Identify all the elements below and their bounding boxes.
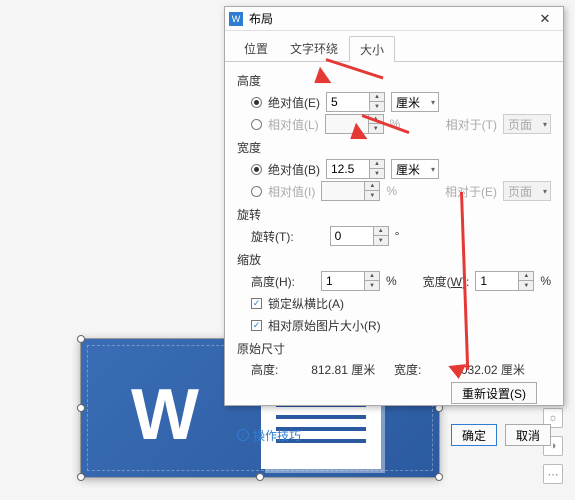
close-button[interactable]: ✕ — [531, 9, 559, 29]
size-panel: 高度 绝对值(E) ▲▼ 厘米 相对值(L) ▲▼ % 相对于(T) — [225, 62, 563, 416]
height-group-label: 高度 — [237, 72, 551, 89]
width-relative-label: 相对值(I) — [268, 183, 315, 200]
tab-text-wrap[interactable]: 文字环绕 — [279, 35, 349, 61]
scale-height-input[interactable]: ▲▼ — [321, 271, 380, 291]
spin-up[interactable]: ▲ — [370, 93, 384, 102]
resize-handle[interactable] — [77, 404, 85, 412]
lock-aspect-checkbox[interactable] — [251, 298, 262, 309]
scale-height-label: 高度(H): — [251, 273, 295, 290]
orig-width-label: 宽度: — [394, 361, 454, 378]
annotation-arrow-head — [448, 364, 467, 380]
rotation-unit: ° — [395, 229, 400, 243]
resize-handle[interactable] — [77, 335, 85, 343]
rotation-field[interactable] — [331, 227, 373, 245]
height-absolute-label: 绝对值(E) — [268, 94, 320, 111]
more-icon[interactable]: ⋯ — [543, 464, 563, 484]
height-absolute-radio[interactable] — [251, 97, 262, 108]
height-absolute-input[interactable]: ▲▼ — [326, 92, 385, 112]
original-size-group-label: 原始尺寸 — [237, 340, 551, 357]
scale-height-unit: % — [386, 274, 397, 288]
resize-handle[interactable] — [435, 473, 443, 481]
rotation-group-label: 旋转 — [237, 206, 551, 223]
height-relative-label: 相对值(L) — [268, 116, 319, 133]
width-unit-select[interactable]: 厘米 — [391, 159, 439, 179]
height-unit-select[interactable]: 厘米 — [391, 92, 439, 112]
height-relative-to-label: 相对于(T) — [446, 116, 497, 133]
dialog-titlebar[interactable]: W 布局 ✕ — [225, 7, 563, 31]
spin-up[interactable]: ▲ — [370, 160, 384, 169]
width-group-label: 宽度 — [237, 139, 551, 156]
scale-height-field[interactable] — [322, 272, 364, 290]
width-relative-field — [322, 182, 364, 200]
spin-down: ▼ — [365, 191, 379, 200]
scale-width-field[interactable] — [476, 272, 518, 290]
spin-down[interactable]: ▼ — [374, 236, 388, 245]
info-icon: i — [237, 429, 249, 441]
height-relative-to-select: 页面 — [503, 114, 551, 134]
spin-up[interactable]: ▲ — [519, 272, 533, 281]
width-absolute-radio[interactable] — [251, 164, 262, 175]
width-absolute-input[interactable]: ▲▼ — [326, 159, 385, 179]
rotation-angle-label: 旋转(T): — [251, 228, 294, 245]
width-relative-radio[interactable] — [251, 186, 262, 197]
scale-width-input[interactable]: ▲▼ — [475, 271, 534, 291]
spin-down[interactable]: ▼ — [370, 169, 384, 178]
orig-height-label: 高度: — [251, 361, 311, 378]
tips-link[interactable]: i 操作技巧 — [237, 427, 443, 444]
reset-button[interactable]: 重新设置(S) — [451, 382, 537, 404]
lock-aspect-label: 锁定纵横比(A) — [268, 295, 344, 312]
width-relative-to-select: 页面 — [503, 181, 551, 201]
width-rel-unit: % — [386, 184, 397, 198]
tab-bar: 位置 文字环绕 大小 — [225, 31, 563, 62]
app-icon: W — [229, 12, 243, 26]
cancel-button[interactable]: 取消 — [505, 424, 551, 446]
word-logo-w: W — [131, 374, 199, 456]
document-canvas: W ⬚ ☼ ◑ ⋯ W 布局 ✕ 位置 文字环绕 大小 高度 绝对值(E) ▲▼ — [0, 0, 575, 500]
tab-size[interactable]: 大小 — [349, 36, 395, 62]
layout-dialog: W 布局 ✕ 位置 文字环绕 大小 高度 绝对值(E) ▲▼ 厘米 相对值(L — [224, 6, 564, 406]
spin-up[interactable]: ▲ — [374, 227, 388, 236]
scale-width-unit: % — [540, 274, 551, 288]
dialog-title: 布局 — [249, 10, 531, 27]
height-relative-radio[interactable] — [251, 119, 262, 130]
width-absolute-label: 绝对值(B) — [268, 161, 320, 178]
resize-handle[interactable] — [256, 473, 264, 481]
relative-original-checkbox[interactable] — [251, 320, 262, 331]
width-relative-to-label: 相对于(E) — [445, 183, 497, 200]
tips-label: 操作技巧 — [253, 427, 301, 444]
orig-height-value: 812.81 厘米 — [311, 361, 394, 378]
spin-up: ▲ — [365, 182, 379, 191]
relative-original-label: 相对原始图片大小(R) — [268, 317, 381, 334]
width-relative-input[interactable]: ▲▼ — [321, 181, 380, 201]
height-absolute-field[interactable] — [327, 93, 369, 111]
spin-down: ▼ — [369, 124, 383, 133]
rotation-input[interactable]: ▲▼ — [330, 226, 389, 246]
spin-down[interactable]: ▼ — [519, 281, 533, 290]
width-absolute-field[interactable] — [327, 160, 369, 178]
spin-down[interactable]: ▼ — [370, 102, 384, 111]
scale-group-label: 缩放 — [237, 251, 551, 268]
ok-button[interactable]: 确定 — [451, 424, 497, 446]
spin-up[interactable]: ▲ — [365, 272, 379, 281]
dialog-footer: i 操作技巧 确定 取消 — [225, 416, 563, 454]
resize-handle[interactable] — [77, 473, 85, 481]
tab-position[interactable]: 位置 — [233, 35, 279, 61]
spin-down[interactable]: ▼ — [365, 281, 379, 290]
